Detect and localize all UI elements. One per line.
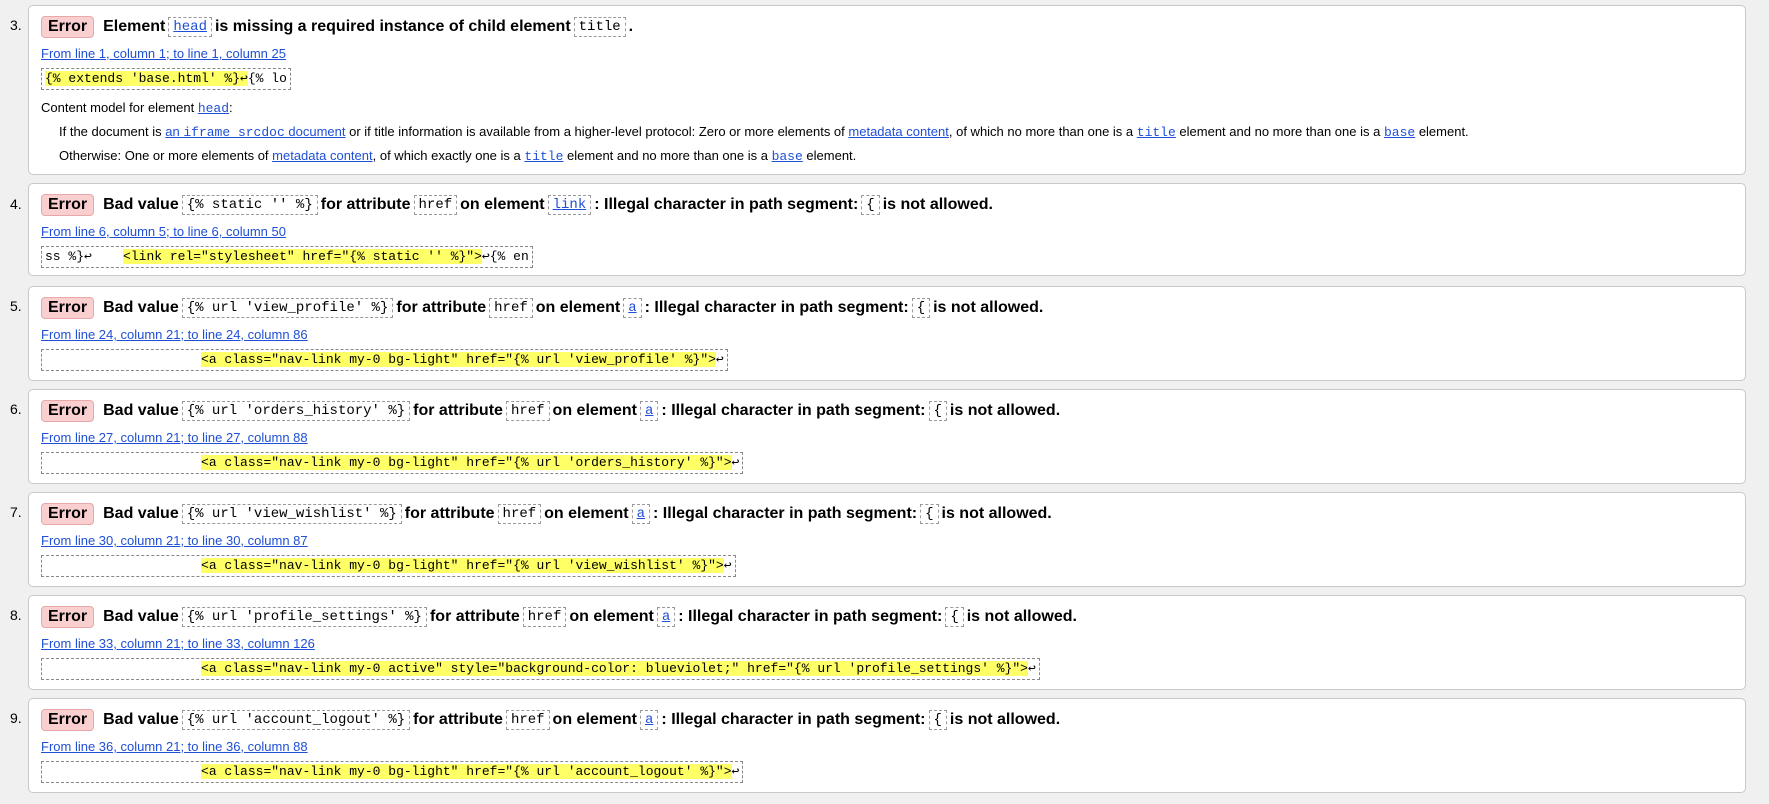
error-number: 4.: [10, 196, 22, 212]
source-extract: <a class="nav-link my-0 bg-light" href="…: [41, 761, 744, 783]
element-link-base[interactable]: base: [772, 149, 803, 164]
content-model-heading: Content model for element head:: [41, 100, 233, 116]
error-message: Error Bad value {% static '' %} for attr…: [41, 193, 993, 217]
metadata-content-link[interactable]: metadata content: [272, 148, 372, 163]
illegal-char-code: {: [861, 195, 880, 215]
error-badge: Error: [41, 709, 95, 731]
source-extract: ss %}↩ <link rel="stylesheet" href="{% s…: [41, 246, 533, 268]
location-link[interactable]: From line 27, column 21; to line 27, col…: [41, 430, 308, 445]
attribute-code: href: [489, 298, 533, 318]
location-link[interactable]: From line 36, column 21; to line 36, col…: [41, 739, 308, 754]
source-extract: {% extends 'base.html' %}↩{% lo: [41, 68, 291, 90]
attribute-code: href: [413, 195, 458, 215]
attribute-code: href: [505, 401, 550, 421]
location-link[interactable]: From line 24, column 21; to line 24, col…: [41, 327, 308, 342]
error-message: Error Bad value {% url 'account_logout' …: [41, 708, 1060, 732]
element-link-link[interactable]: link: [547, 195, 592, 215]
error-item: Error Element head is missing a required…: [28, 5, 1746, 175]
bad-value-code: {% url 'view_wishlist' %}: [181, 504, 402, 524]
extract-highlight: <link rel="stylesheet" href="{% static '…: [123, 249, 482, 264]
error-message: Error Bad value {% url 'profile_settings…: [41, 605, 1077, 629]
bad-value-code: {% url 'view_profile' %}: [181, 298, 394, 318]
attribute-code: href: [522, 607, 567, 627]
error-badge: Error: [41, 400, 95, 422]
element-link-head[interactable]: head: [168, 17, 212, 37]
validation-results-list: 3. Error Element head is missing a requi…: [0, 0, 1769, 804]
error-message: Error Bad value {% url 'view_profile' %}…: [41, 296, 1043, 320]
source-extract: <a class="nav-link my-0 bg-light" href="…: [41, 452, 744, 474]
error-message: Error Element head is missing a required…: [41, 15, 633, 39]
error-item: Error Bad value {% url 'orders_history' …: [28, 389, 1746, 484]
error-item: Error Bad value {% url 'view_wishlist' %…: [28, 492, 1746, 587]
metadata-content-link[interactable]: metadata content: [848, 124, 948, 139]
illegal-char-code: {: [911, 298, 931, 318]
bad-value-code: {% static '' %}: [181, 195, 318, 215]
error-badge: Error: [41, 194, 95, 216]
error-number: 8.: [10, 607, 22, 623]
extract-highlight: <a class="nav-link my-0 bg-light" href="…: [201, 352, 716, 367]
error-badge: Error: [41, 297, 95, 319]
extract-tail: {% lo: [247, 71, 287, 86]
iframe-srcdoc-link[interactable]: an iframe srcdoc document: [165, 124, 345, 140]
element-link-base[interactable]: base: [1384, 125, 1415, 140]
illegal-char-code: {: [945, 607, 964, 627]
illegal-char-code: {: [928, 710, 947, 730]
error-badge: Error: [41, 606, 95, 628]
extract-highlight: <a class="nav-link my-0 bg-light" href="…: [201, 455, 732, 470]
element-link-a[interactable]: a: [640, 401, 659, 421]
bad-value-code: {% url 'account_logout' %}: [181, 710, 411, 730]
element-link-title[interactable]: title: [524, 149, 563, 164]
element-link-a[interactable]: a: [631, 504, 651, 524]
attribute-code: href: [497, 504, 542, 524]
error-number: 7.: [10, 504, 22, 520]
source-extract: <a class="nav-link my-0 active" style="b…: [41, 658, 1040, 680]
error-message: Error Bad value {% url 'orders_history' …: [41, 399, 1060, 423]
error-number: 3.: [10, 17, 22, 33]
error-badge: Error: [41, 503, 95, 525]
content-model-line-2: Otherwise: One or more elements of metad…: [59, 148, 857, 164]
illegal-char-code: {: [920, 504, 939, 524]
error-item: Error Bad value {% static '' %} for attr…: [28, 183, 1746, 276]
error-number: 5.: [10, 298, 22, 314]
extract-highlight: <a class="nav-link my-0 bg-light" href="…: [201, 764, 732, 779]
source-extract: <a class="nav-link my-0 bg-light" href="…: [41, 555, 736, 577]
location-link[interactable]: From line 30, column 21; to line 30, col…: [41, 533, 308, 548]
element-code-title: title: [573, 17, 626, 37]
extract-highlight: <a class="nav-link my-0 bg-light" href="…: [201, 558, 724, 573]
extract-highlight: {% extends 'base.html' %}↩: [45, 71, 248, 86]
location-link[interactable]: From line 1, column 1; to line 1, column…: [41, 46, 286, 61]
element-link-head[interactable]: head: [198, 101, 229, 116]
error-item: Error Bad value {% url 'view_profile' %}…: [28, 286, 1746, 381]
location-link[interactable]: From line 33, column 21; to line 33, col…: [41, 636, 315, 651]
error-number: 9.: [10, 710, 22, 726]
error-badge: Error: [41, 16, 95, 38]
bad-value-code: {% url 'profile_settings' %}: [181, 607, 427, 627]
content-model-line-1: If the document is an iframe srcdoc docu…: [59, 124, 1469, 140]
location-link[interactable]: From line 6, column 5; to line 6, column…: [41, 224, 286, 239]
extract-highlight: <a class="nav-link my-0 active" style="b…: [201, 661, 1028, 676]
attribute-code: href: [505, 710, 550, 730]
element-link-a[interactable]: a: [640, 710, 659, 730]
element-link-a[interactable]: a: [656, 607, 676, 627]
element-link-title[interactable]: title: [1137, 125, 1176, 140]
bad-value-code: {% url 'orders_history' %}: [181, 401, 411, 421]
illegal-char-code: {: [928, 401, 947, 421]
error-item: Error Bad value {% url 'profile_settings…: [28, 595, 1746, 690]
error-message: Error Bad value {% url 'view_wishlist' %…: [41, 502, 1052, 526]
source-extract: <a class="nav-link my-0 bg-light" href="…: [41, 349, 728, 371]
error-item: Error Bad value {% url 'account_logout' …: [28, 698, 1746, 793]
element-link-a[interactable]: a: [623, 298, 642, 318]
error-number: 6.: [10, 401, 22, 417]
